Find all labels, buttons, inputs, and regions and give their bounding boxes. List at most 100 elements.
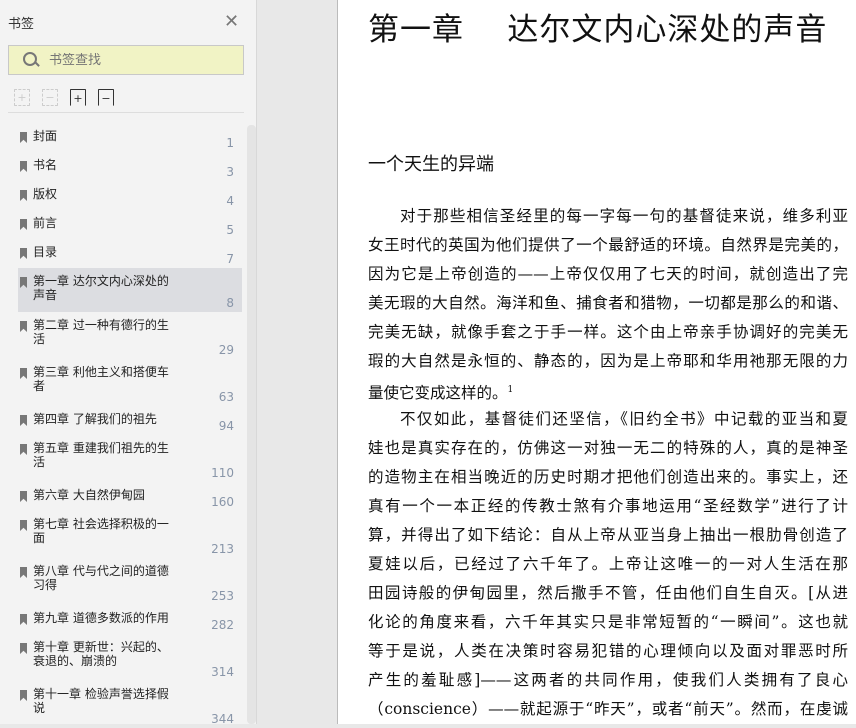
text-line: （conscience）——就起源于“昨天”，或者“前天”。然而，在虔诚 [368,700,848,718]
bookmark-label: 第七章 社会选择积极的一面 [33,517,169,545]
bookmark-item[interactable]: 封面 1 [18,123,242,152]
text-line: 美无瑕的大自然。海洋和鱼、捕食者和猎物，一切都是那么的和谐、 [368,294,848,312]
text-line: 的造物主在相当晚近的历史时期才把他们创造出来的。事实上，还 [368,468,848,486]
divider [8,112,244,113]
bookmark-page: 29 [218,343,234,357]
bookmark-page: 7 [226,252,234,266]
bookmark-page: 1 [226,136,234,150]
bookmark-icon [20,415,27,426]
bookmark-icon [20,614,27,625]
text-line: 等于是说，人类在决策时容易犯错的心理倾向以及面对罪恶时所 [368,642,848,660]
bookmark-page: 5 [226,223,234,237]
text-line: 算，并得出了如下结论：自从上帝从亚当身上抽出一根肋骨创造了 [368,526,848,544]
bookmark-page: 314 [211,665,234,679]
bookmark-item[interactable]: 第二章 过一种有德行的生活 29 [18,312,242,359]
bookmark-page: 3 [226,165,234,179]
bookmark-toolbar: + − + − [14,89,114,106]
bookmark-page: 282 [211,618,234,632]
bookmark-icon [20,190,27,201]
bookmark-icon [20,368,27,379]
chapter-title: 第一章 达尔文内心深处的声音 [368,12,828,48]
close-icon[interactable]: ✕ [224,11,239,32]
text-line: 化论的角度来看，六千年其实只是非常短暂的“一瞬间”。这也就 [368,613,848,631]
text-line: 真有一个一本正经的传教士煞有介事地运用“圣经数学”进行了计 [368,497,848,515]
text-line: 不仅如此，基督徒们还坚信，《旧约全书》中记载的亚当和夏 [400,410,848,428]
bookmark-label: 第二章 过一种有德行的生活 [33,318,169,346]
bookmark-label: 第五章 重建我们祖先的生活 [33,441,169,469]
bookmark-label: 前言 [33,216,58,230]
bookmark-item[interactable]: 第三章 利他主义和搭便车者 63 [18,359,242,406]
text-line: 对于那些相信圣经里的每一字每一句的基督徒来说，维多利亚 [400,207,848,225]
bookmark-list: 封面 1 书名 3 版权 4 前言 5 目录 7 第一章 达尔文内心深处的声音 8 第二章 过一种有德行… [18,123,242,728]
text-line: 夏娃以后，已经过了六千年了。上帝让这唯一的一对人生活在那 [368,555,848,573]
add-bookmark-icon[interactable]: + [70,89,86,106]
body-text: 对于那些相信圣经里的每一字每一句的基督徒来说，维多利亚女王时代的英国为他们提供了… [368,202,848,724]
bookmark-item[interactable]: 版权 4 [18,181,242,210]
bookmark-icon [20,690,27,701]
bookmark-icon [20,491,27,502]
bookmark-item[interactable]: 第九章 道德多数派的作用 282 [18,605,242,634]
bookmark-item[interactable]: 目录 7 [18,239,242,268]
bookmark-label: 目录 [33,245,58,259]
text-line: 田园诗般的伊甸园里，然后撒手不管，任由他们自生自灭。[从进 [368,584,848,602]
bookmark-item[interactable]: 第五章 重建我们祖先的生活 110 [18,435,242,482]
bookmark-label: 第十章 更新世：兴起的、衰退的、崩溃的 [33,640,169,668]
bookmark-icon [20,219,27,230]
bookmark-search[interactable] [8,45,244,75]
bookmark-icon [20,567,27,578]
search-icon [23,52,39,68]
bookmark-icon [20,161,27,172]
bookmark-icon [20,132,27,143]
bookmark-page: 160 [211,495,234,509]
bookmark-search-input[interactable] [49,52,209,68]
bookmark-page: 8 [226,296,234,310]
bookmark-label: 版权 [33,187,58,201]
bookmark-item[interactable]: 第十章 更新世：兴起的、衰退的、崩溃的 314 [18,634,242,681]
bookmark-panel: 书签 ✕ + − + − 封面 1 书名 3 版权 4 前言 5 目录 7 第一章 达尔文内心深处的… [0,0,257,726]
bookmark-item[interactable]: 第四章 了解我们的祖先 94 [18,406,242,435]
bookmark-label: 封面 [33,129,58,143]
bookmark-icon [20,520,27,531]
bookmark-label: 书名 [33,158,58,172]
bookmark-label: 第十一章 检验声誉选择假说 [33,687,169,715]
text-line: 娃也是真实存在的，仿佛这一对独一无二的特殊的人，真的是神圣 [368,439,848,457]
text-line: 瑕的大自然是永恒的、静态的，因为是上帝耶和华用祂那无限的力 [368,352,848,370]
bookmark-label: 第一章 达尔文内心深处的声音 [33,274,169,302]
document-page: 第一章 达尔文内心深处的声音 一个天生的异端 对于那些相信圣经里的每一字每一句的… [337,0,856,724]
bookmark-item[interactable]: 前言 5 [18,210,242,239]
footnote-mark[interactable]: 1 [508,385,514,395]
section-title: 一个天生的异端 [368,154,494,175]
bookmark-item[interactable]: 书名 3 [18,152,242,181]
remove-bookmark-icon[interactable]: − [98,89,114,106]
bookmark-icon [20,643,27,654]
bookmark-label: 第八章 代与代之间的道德习得 [33,564,169,592]
bookmark-page: 253 [211,589,234,603]
bookmark-item[interactable]: 第八章 代与代之间的道德习得 253 [18,558,242,605]
bookmark-page: 4 [226,194,234,208]
bookmark-label: 第三章 利他主义和搭便车者 [33,365,169,393]
bookmark-item[interactable]: 第一章 达尔文内心深处的声音 8 [18,268,242,312]
panel-title: 书签 [8,17,35,32]
expand-all-icon[interactable]: + [14,89,30,106]
text-line: 产生的羞耻感]——这两者的共同作用，使我们人类拥有了良心 [368,671,848,689]
collapse-all-icon[interactable]: − [42,89,58,106]
bookmark-icon [20,444,27,455]
bookmark-label: 第九章 道德多数派的作用 [33,611,169,625]
bookmark-page: 110 [211,466,234,480]
bookmark-item[interactable]: 第六章 大自然伊甸园 160 [18,482,242,511]
text-line: 量使它变成这样的。1 [368,384,514,403]
bookmark-item[interactable]: 第十一章 检验声誉选择假说 344 [18,681,242,728]
bookmark-label: 第六章 大自然伊甸园 [33,488,145,502]
bookmark-page: 213 [211,542,234,556]
text-line: 女王时代的英国为他们提供了一个最舒适的环境。自然界是完美的， [368,236,848,254]
bookmark-icon [20,277,27,288]
bookmark-page: 63 [218,390,234,404]
text-line: 完美无缺，就像手套之于手一样。这个由上帝亲手协调好的完美无 [368,323,848,341]
bookmark-label: 第四章 了解我们的祖先 [33,412,157,426]
bookmark-icon [20,321,27,332]
bookmark-page: 94 [218,419,234,433]
bookmark-item[interactable]: 第七章 社会选择积极的一面 213 [18,511,242,558]
scrollbar[interactable] [247,125,256,724]
text-line: 因为它是上帝创造的——上帝仅仅用了七天的时间，就创造出了完 [368,265,848,283]
bookmark-icon [20,248,27,259]
